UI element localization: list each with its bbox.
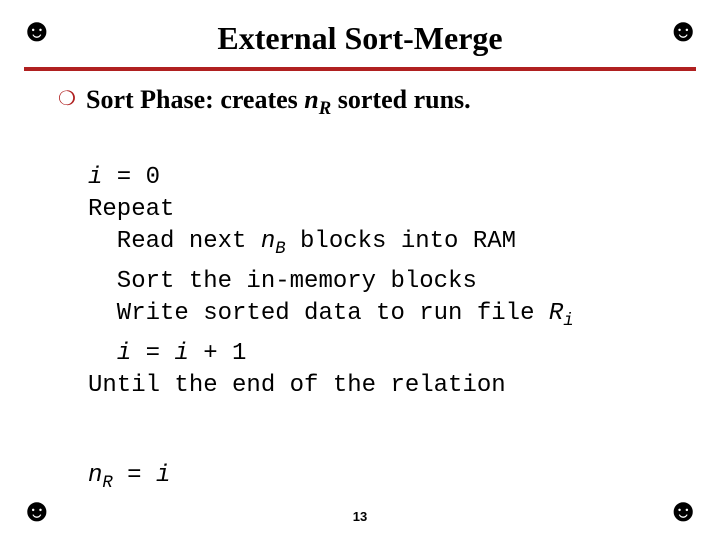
code-text <box>88 340 117 367</box>
code-text: Read next <box>88 228 261 255</box>
code-text: = 0 <box>102 164 160 191</box>
bullet-text: Sort Phase: creates nR sorted runs. <box>86 85 471 124</box>
slide: ☻ ☻ ☻ ☻ External Sort-Merge ❍ Sort Phase… <box>0 0 720 540</box>
code-text: Until the end of the relation <box>88 372 506 399</box>
code-text: n <box>88 462 102 489</box>
code-text: R <box>549 300 563 327</box>
text: n <box>304 85 318 114</box>
corner-icon: ☻ <box>666 14 700 46</box>
code-text: blocks into RAM <box>286 228 516 255</box>
corner-icon: ☻ <box>20 14 54 46</box>
slide-title: External Sort-Merge <box>30 20 690 57</box>
title-rule <box>24 67 696 71</box>
code-text: Repeat <box>88 196 174 223</box>
bullet-row: ❍ Sort Phase: creates nR sorted runs. <box>58 85 690 124</box>
code-block: i = 0 Repeat Read next nB blocks into RA… <box>88 130 690 531</box>
code-text: n <box>261 228 275 255</box>
subscript: R <box>102 474 112 493</box>
subscript: i <box>563 312 573 331</box>
code-text: = <box>113 462 156 489</box>
code-text: i <box>117 340 131 367</box>
code-text: + 1 <box>189 340 247 367</box>
text: Sort Phase: creates <box>86 85 304 114</box>
code-text: Write sorted data to run file <box>88 300 549 327</box>
page-number: 13 <box>0 509 720 524</box>
code-text: i <box>88 164 102 191</box>
bullet-icon: ❍ <box>58 85 86 113</box>
spacer <box>88 402 690 428</box>
subscript: B <box>275 240 285 259</box>
code-text: = <box>131 340 174 367</box>
subscript: R <box>319 98 331 119</box>
slide-body: ❍ Sort Phase: creates nR sorted runs. i … <box>30 85 690 532</box>
code-text: i <box>174 340 188 367</box>
code-text: Sort the in-memory blocks <box>88 268 477 295</box>
text: sorted runs. <box>331 85 470 114</box>
code-text: i <box>156 462 170 489</box>
